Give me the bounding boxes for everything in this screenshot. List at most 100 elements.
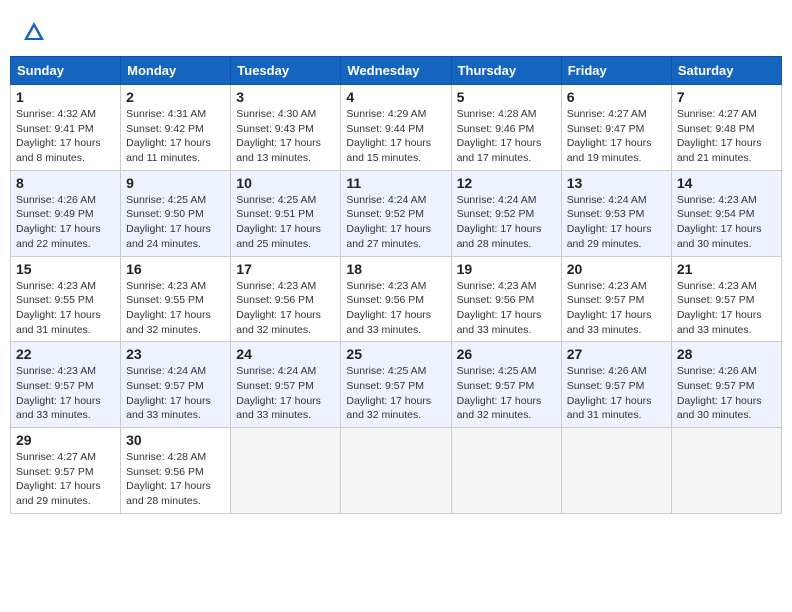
weekday-header-row: SundayMondayTuesdayWednesdayThursdayFrid…: [11, 57, 782, 85]
day-number: 17: [236, 261, 335, 277]
calendar-cell: 19 Sunrise: 4:23 AMSunset: 9:56 PMDaylig…: [451, 256, 561, 342]
calendar-cell: 2 Sunrise: 4:31 AMSunset: 9:42 PMDayligh…: [121, 85, 231, 171]
day-number: 15: [16, 261, 115, 277]
day-number: 12: [457, 175, 556, 191]
calendar-cell: [341, 428, 451, 514]
day-number: 3: [236, 89, 335, 105]
day-number: 30: [126, 432, 225, 448]
day-number: 28: [677, 346, 776, 362]
day-number: 11: [346, 175, 445, 191]
day-number: 21: [677, 261, 776, 277]
day-info: Sunrise: 4:23 AMSunset: 9:57 PMDaylight:…: [16, 364, 115, 423]
logo: [20, 18, 52, 46]
weekday-header-monday: Monday: [121, 57, 231, 85]
day-number: 27: [567, 346, 666, 362]
calendar-cell: 24 Sunrise: 4:24 AMSunset: 9:57 PMDaylig…: [231, 342, 341, 428]
day-info: Sunrise: 4:30 AMSunset: 9:43 PMDaylight:…: [236, 107, 335, 166]
day-number: 13: [567, 175, 666, 191]
day-number: 23: [126, 346, 225, 362]
calendar-cell: 16 Sunrise: 4:23 AMSunset: 9:55 PMDaylig…: [121, 256, 231, 342]
day-info: Sunrise: 4:24 AMSunset: 9:57 PMDaylight:…: [236, 364, 335, 423]
calendar-cell: [231, 428, 341, 514]
calendar-cell: 11 Sunrise: 4:24 AMSunset: 9:52 PMDaylig…: [341, 170, 451, 256]
page-header: [10, 10, 782, 50]
day-info: Sunrise: 4:24 AMSunset: 9:57 PMDaylight:…: [126, 364, 225, 423]
day-number: 22: [16, 346, 115, 362]
day-info: Sunrise: 4:24 AMSunset: 9:52 PMDaylight:…: [346, 193, 445, 252]
calendar-cell: 13 Sunrise: 4:24 AMSunset: 9:53 PMDaylig…: [561, 170, 671, 256]
day-number: 24: [236, 346, 335, 362]
day-number: 26: [457, 346, 556, 362]
day-info: Sunrise: 4:23 AMSunset: 9:57 PMDaylight:…: [677, 279, 776, 338]
calendar-cell: 28 Sunrise: 4:26 AMSunset: 9:57 PMDaylig…: [671, 342, 781, 428]
calendar-cell: 6 Sunrise: 4:27 AMSunset: 9:47 PMDayligh…: [561, 85, 671, 171]
day-info: Sunrise: 4:29 AMSunset: 9:44 PMDaylight:…: [346, 107, 445, 166]
day-info: Sunrise: 4:25 AMSunset: 9:51 PMDaylight:…: [236, 193, 335, 252]
day-number: 20: [567, 261, 666, 277]
day-number: 9: [126, 175, 225, 191]
day-number: 14: [677, 175, 776, 191]
calendar-table: SundayMondayTuesdayWednesdayThursdayFrid…: [10, 56, 782, 514]
calendar-cell: 9 Sunrise: 4:25 AMSunset: 9:50 PMDayligh…: [121, 170, 231, 256]
day-number: 7: [677, 89, 776, 105]
calendar-cell: [451, 428, 561, 514]
day-number: 10: [236, 175, 335, 191]
day-info: Sunrise: 4:27 AMSunset: 9:48 PMDaylight:…: [677, 107, 776, 166]
day-number: 16: [126, 261, 225, 277]
day-info: Sunrise: 4:26 AMSunset: 9:49 PMDaylight:…: [16, 193, 115, 252]
calendar-cell: 12 Sunrise: 4:24 AMSunset: 9:52 PMDaylig…: [451, 170, 561, 256]
calendar-cell: 14 Sunrise: 4:23 AMSunset: 9:54 PMDaylig…: [671, 170, 781, 256]
day-info: Sunrise: 4:28 AMSunset: 9:56 PMDaylight:…: [126, 450, 225, 509]
calendar-cell: 17 Sunrise: 4:23 AMSunset: 9:56 PMDaylig…: [231, 256, 341, 342]
calendar-week-2: 8 Sunrise: 4:26 AMSunset: 9:49 PMDayligh…: [11, 170, 782, 256]
calendar-cell: 8 Sunrise: 4:26 AMSunset: 9:49 PMDayligh…: [11, 170, 121, 256]
day-number: 19: [457, 261, 556, 277]
calendar-cell: 21 Sunrise: 4:23 AMSunset: 9:57 PMDaylig…: [671, 256, 781, 342]
calendar-cell: 25 Sunrise: 4:25 AMSunset: 9:57 PMDaylig…: [341, 342, 451, 428]
weekday-header-thursday: Thursday: [451, 57, 561, 85]
day-number: 5: [457, 89, 556, 105]
day-number: 29: [16, 432, 115, 448]
day-info: Sunrise: 4:25 AMSunset: 9:50 PMDaylight:…: [126, 193, 225, 252]
day-info: Sunrise: 4:23 AMSunset: 9:55 PMDaylight:…: [16, 279, 115, 338]
calendar-cell: 5 Sunrise: 4:28 AMSunset: 9:46 PMDayligh…: [451, 85, 561, 171]
weekday-header-saturday: Saturday: [671, 57, 781, 85]
calendar-cell: 1 Sunrise: 4:32 AMSunset: 9:41 PMDayligh…: [11, 85, 121, 171]
day-info: Sunrise: 4:27 AMSunset: 9:47 PMDaylight:…: [567, 107, 666, 166]
calendar-cell: 30 Sunrise: 4:28 AMSunset: 9:56 PMDaylig…: [121, 428, 231, 514]
weekday-header-friday: Friday: [561, 57, 671, 85]
calendar-cell: 4 Sunrise: 4:29 AMSunset: 9:44 PMDayligh…: [341, 85, 451, 171]
day-info: Sunrise: 4:23 AMSunset: 9:56 PMDaylight:…: [236, 279, 335, 338]
calendar-cell: 26 Sunrise: 4:25 AMSunset: 9:57 PMDaylig…: [451, 342, 561, 428]
calendar-week-3: 15 Sunrise: 4:23 AMSunset: 9:55 PMDaylig…: [11, 256, 782, 342]
day-number: 4: [346, 89, 445, 105]
day-number: 2: [126, 89, 225, 105]
day-info: Sunrise: 4:25 AMSunset: 9:57 PMDaylight:…: [457, 364, 556, 423]
calendar-week-1: 1 Sunrise: 4:32 AMSunset: 9:41 PMDayligh…: [11, 85, 782, 171]
day-info: Sunrise: 4:28 AMSunset: 9:46 PMDaylight:…: [457, 107, 556, 166]
calendar-cell: 20 Sunrise: 4:23 AMSunset: 9:57 PMDaylig…: [561, 256, 671, 342]
day-number: 18: [346, 261, 445, 277]
day-info: Sunrise: 4:23 AMSunset: 9:56 PMDaylight:…: [457, 279, 556, 338]
calendar-cell: 27 Sunrise: 4:26 AMSunset: 9:57 PMDaylig…: [561, 342, 671, 428]
calendar-cell: 18 Sunrise: 4:23 AMSunset: 9:56 PMDaylig…: [341, 256, 451, 342]
calendar-week-4: 22 Sunrise: 4:23 AMSunset: 9:57 PMDaylig…: [11, 342, 782, 428]
day-number: 25: [346, 346, 445, 362]
calendar-cell: 10 Sunrise: 4:25 AMSunset: 9:51 PMDaylig…: [231, 170, 341, 256]
calendar-cell: [561, 428, 671, 514]
weekday-header-wednesday: Wednesday: [341, 57, 451, 85]
day-number: 6: [567, 89, 666, 105]
day-info: Sunrise: 4:24 AMSunset: 9:53 PMDaylight:…: [567, 193, 666, 252]
day-info: Sunrise: 4:31 AMSunset: 9:42 PMDaylight:…: [126, 107, 225, 166]
day-info: Sunrise: 4:24 AMSunset: 9:52 PMDaylight:…: [457, 193, 556, 252]
day-info: Sunrise: 4:23 AMSunset: 9:56 PMDaylight:…: [346, 279, 445, 338]
day-info: Sunrise: 4:23 AMSunset: 9:57 PMDaylight:…: [567, 279, 666, 338]
weekday-header-sunday: Sunday: [11, 57, 121, 85]
calendar-cell: 29 Sunrise: 4:27 AMSunset: 9:57 PMDaylig…: [11, 428, 121, 514]
day-info: Sunrise: 4:23 AMSunset: 9:55 PMDaylight:…: [126, 279, 225, 338]
weekday-header-tuesday: Tuesday: [231, 57, 341, 85]
day-info: Sunrise: 4:27 AMSunset: 9:57 PMDaylight:…: [16, 450, 115, 509]
day-info: Sunrise: 4:32 AMSunset: 9:41 PMDaylight:…: [16, 107, 115, 166]
calendar-cell: [671, 428, 781, 514]
day-info: Sunrise: 4:25 AMSunset: 9:57 PMDaylight:…: [346, 364, 445, 423]
